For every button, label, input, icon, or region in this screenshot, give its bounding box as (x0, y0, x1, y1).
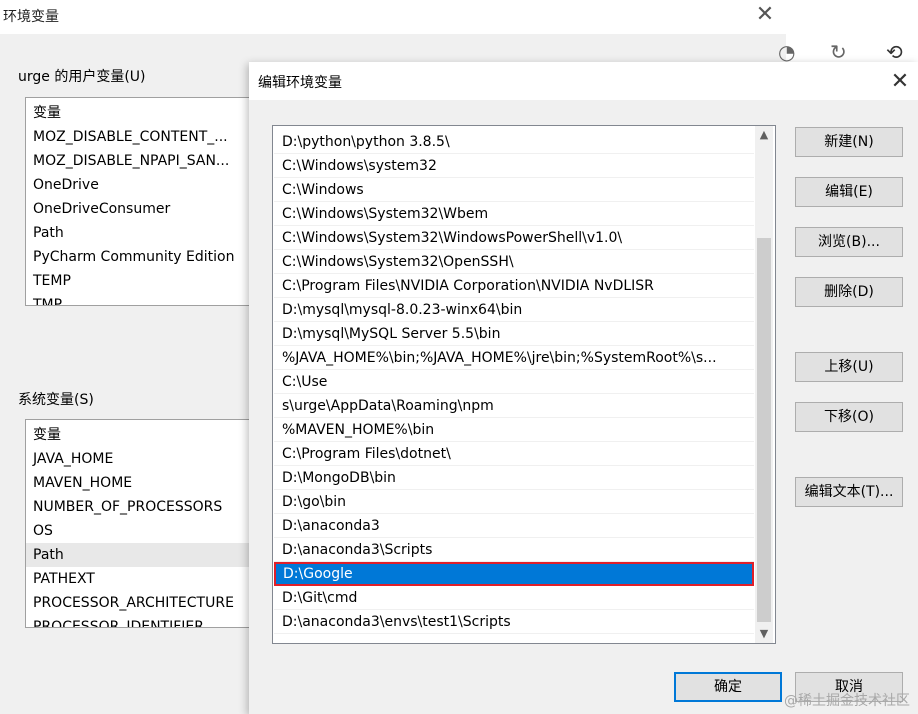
path-entry[interactable]: D:\python\python 3.8.5\ (274, 130, 754, 154)
path-entry[interactable]: D:\Git\cmd (274, 586, 754, 610)
edit-button[interactable]: 编辑(E) (795, 177, 903, 207)
path-entry[interactable]: %MAVEN_HOME%\bin (274, 418, 754, 442)
column-header-variable[interactable]: 变量 (26, 101, 250, 125)
move-down-button[interactable]: 下移(O) (795, 402, 903, 432)
path-entry[interactable]: C:\Windows\System32\OpenSSH\ (274, 250, 754, 274)
move-up-button[interactable]: 上移(U) (795, 352, 903, 382)
list-item[interactable]: Path (26, 543, 250, 567)
path-entry-selected[interactable]: D:\Google (274, 562, 754, 586)
ok-button[interactable]: 确定 (674, 672, 782, 702)
path-entry[interactable]: C:\Program Files\NVIDIA Corporation\NVID… (274, 274, 754, 298)
path-entry[interactable]: D:\anaconda3\Scripts (274, 538, 754, 562)
window-titlebar: 环境变量 ✕ (0, 0, 786, 34)
dialog-titlebar: 编辑环境变量 ✕ (249, 62, 918, 100)
path-entry[interactable]: %JAVA_HOME%\bin;%JAVA_HOME%\jre\bin;%Sys… (274, 346, 754, 370)
path-entry[interactable]: C:\Windows\System32\Wbem (274, 202, 754, 226)
list-item[interactable]: OneDriveConsumer (26, 197, 250, 221)
list-item[interactable]: PATHEXT (26, 567, 250, 591)
path-entry[interactable]: D:\mysql\mysql-8.0.23-winx64\bin (274, 298, 754, 322)
delete-button[interactable]: 删除(D) (795, 277, 903, 307)
list-item[interactable]: Path (26, 221, 250, 245)
path-entry[interactable]: C:\Program Files\dotnet\ (274, 442, 754, 466)
scroll-up-icon[interactable]: ▲ (755, 126, 773, 144)
list-item[interactable]: PyCharm Community Edition (26, 245, 250, 269)
list-item[interactable]: MOZ_DISABLE_NPAPI_SAN... (26, 149, 250, 173)
list-item[interactable]: OneDrive (26, 173, 250, 197)
path-entry[interactable]: D:\go\bin (274, 490, 754, 514)
path-entry[interactable]: D:\anaconda3\envs\test1\Scripts (274, 610, 754, 634)
window-title: 环境变量 (3, 9, 59, 25)
path-entry[interactable]: C:\Windows\System32\WindowsPowerShell\v1… (274, 226, 754, 250)
system-variables-list[interactable]: 变量 JAVA_HOME MAVEN_HOME NUMBER_OF_PROCESSO… (25, 419, 251, 628)
close-icon[interactable]: ✕ (886, 68, 914, 96)
watermark: @稀土掘金技术社区 (784, 693, 910, 709)
list-item[interactable]: PROCESSOR_ARCHITECTURE (26, 591, 250, 615)
path-entry[interactable]: C:\Windows\system32 (274, 154, 754, 178)
list-item[interactable]: OS (26, 519, 250, 543)
partial-icon: ◔ (778, 40, 796, 64)
path-entry[interactable]: D:\anaconda3 (274, 514, 754, 538)
list-item[interactable]: MOZ_DISABLE_CONTENT_... (26, 125, 250, 149)
edit-environment-variable-dialog: 编辑环境变量 ✕ D:\python\python 3.8.5\ C:\Windo… (249, 62, 918, 714)
new-button[interactable]: 新建(N) (795, 127, 903, 157)
browser-toolbar: ◔ ↻ ⟲ (778, 0, 918, 64)
list-item[interactable]: TMP (26, 293, 250, 305)
dialog-title: 编辑环境变量 (258, 75, 342, 91)
browse-button[interactable]: 浏览(B)... (795, 227, 903, 257)
close-icon[interactable]: ✕ (752, 2, 778, 28)
path-entry[interactable]: C:\Windows (274, 178, 754, 202)
path-entry[interactable]: s\urge\AppData\Roaming\npm (274, 394, 754, 418)
vertical-scrollbar[interactable]: ▲ ▼ (755, 126, 773, 643)
system-variables-label: 系统变量(S) (18, 392, 94, 408)
list-item[interactable]: NUMBER_OF_PROCESSORS (26, 495, 250, 519)
user-variables-list[interactable]: 变量 MOZ_DISABLE_CONTENT_... MOZ_DISABLE_NP… (25, 97, 251, 306)
edit-text-button[interactable]: 编辑文本(T)... (795, 477, 903, 507)
path-entries-list[interactable]: D:\python\python 3.8.5\ C:\Windows\system… (272, 125, 776, 644)
scroll-thumb[interactable] (757, 238, 771, 622)
user-variables-label: urge 的用户变量(U) (18, 69, 146, 85)
scroll-down-icon[interactable]: ▼ (755, 625, 773, 643)
list-item[interactable]: MAVEN_HOME (26, 471, 250, 495)
list-item[interactable]: TEMP (26, 269, 250, 293)
path-entry[interactable]: D:\MongoDB\bin (274, 466, 754, 490)
history-icon[interactable]: ⟲ (886, 40, 903, 64)
column-header-variable[interactable]: 变量 (26, 423, 250, 447)
refresh-icon[interactable]: ↻ (830, 40, 847, 64)
list-item[interactable]: JAVA_HOME (26, 447, 250, 471)
path-entry[interactable]: C:\Use (274, 370, 754, 394)
list-item[interactable]: PROCESSOR_IDENTIFIER (26, 615, 250, 627)
path-entry[interactable]: D:\mysql\MySQL Server 5.5\bin (274, 322, 754, 346)
